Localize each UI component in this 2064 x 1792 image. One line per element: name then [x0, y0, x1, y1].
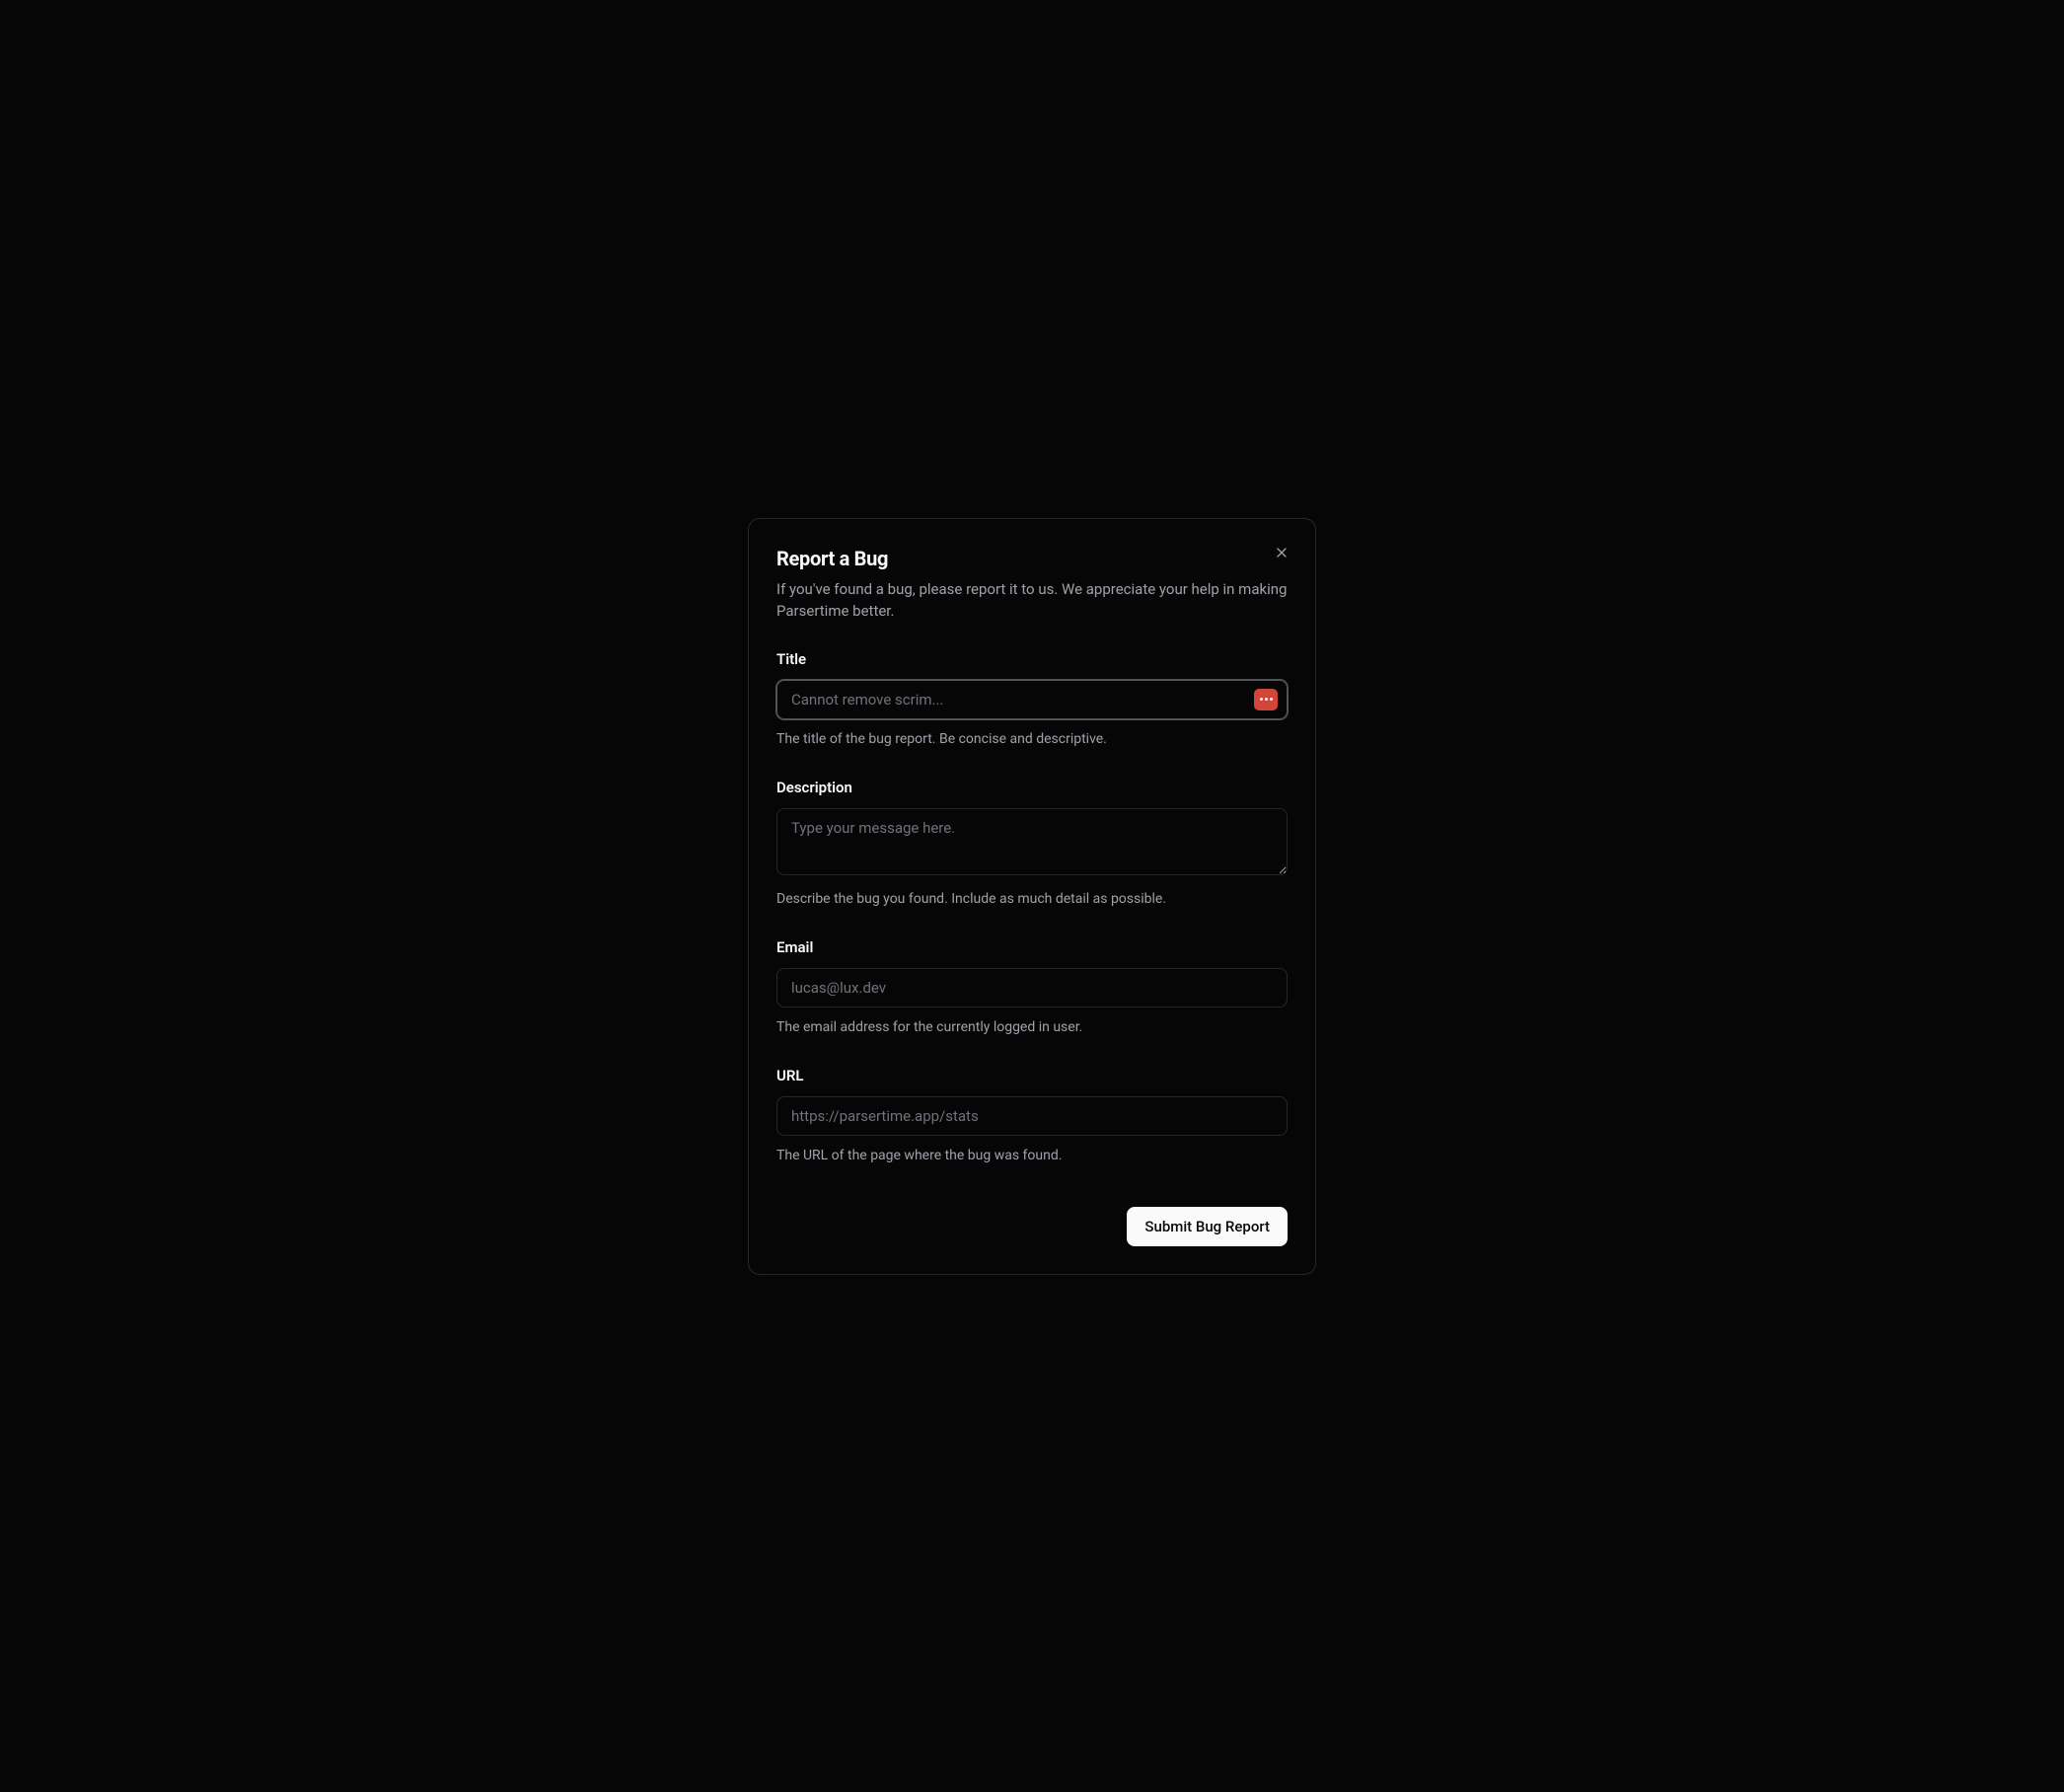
description-label: Description: [776, 779, 1288, 796]
modal-subtitle: If you've found a bug, please report it …: [776, 578, 1288, 623]
description-field-group: Description Describe the bug you found. …: [776, 779, 1288, 907]
modal-header: Report a Bug If you've found a bug, plea…: [776, 547, 1288, 623]
url-help: The URL of the page where the bug was fo…: [776, 1148, 1288, 1163]
title-label: Title: [776, 650, 1288, 668]
bug-report-modal: Report a Bug If you've found a bug, plea…: [748, 518, 1316, 1275]
close-button[interactable]: [1270, 541, 1293, 564]
close-icon: [1274, 545, 1290, 560]
form-footer: Submit Bug Report: [776, 1207, 1288, 1246]
title-help: The title of the bug report. Be concise …: [776, 731, 1288, 747]
password-manager-icon[interactable]: [1254, 689, 1278, 710]
email-input[interactable]: [776, 968, 1288, 1008]
title-input[interactable]: [776, 680, 1288, 719]
email-field-group: Email The email address for the currentl…: [776, 938, 1288, 1035]
modal-title: Report a Bug: [776, 547, 1288, 570]
email-help: The email address for the currently logg…: [776, 1019, 1288, 1035]
title-input-wrapper: [776, 680, 1288, 719]
description-input[interactable]: [776, 808, 1288, 875]
url-field-group: URL The URL of the page where the bug wa…: [776, 1067, 1288, 1163]
url-input[interactable]: [776, 1096, 1288, 1136]
description-help: Describe the bug you found. Include as m…: [776, 891, 1288, 907]
email-label: Email: [776, 938, 1288, 956]
url-label: URL: [776, 1067, 1288, 1084]
submit-button[interactable]: Submit Bug Report: [1127, 1207, 1288, 1246]
title-field-group: Title The title of the bug report. Be co…: [776, 650, 1288, 747]
